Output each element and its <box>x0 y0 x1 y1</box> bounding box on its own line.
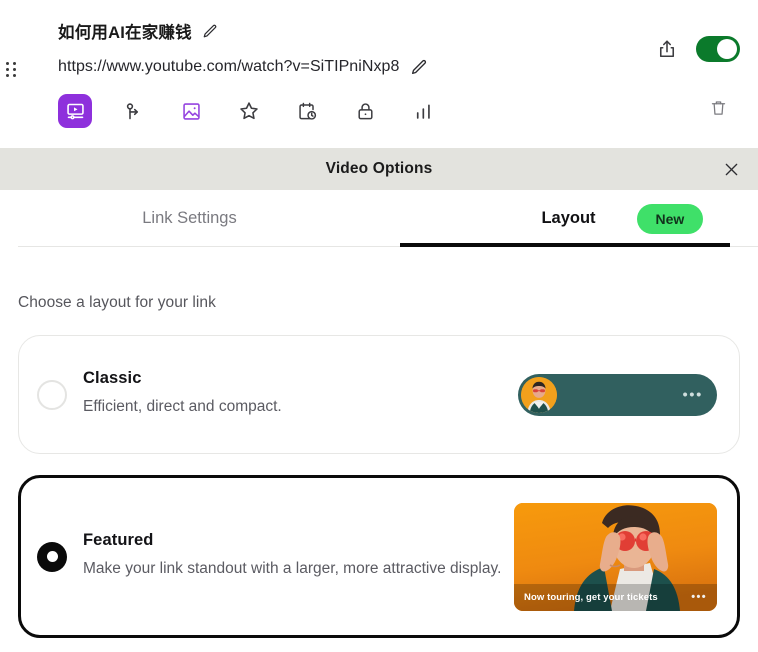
pencil-icon[interactable] <box>409 58 428 77</box>
redirect-branch-icon-button[interactable] <box>116 94 150 128</box>
layout-option-classic-text: Classic Efficient, direct and compact. <box>83 369 518 419</box>
share-icon[interactable] <box>656 37 678 61</box>
pencil-icon[interactable] <box>201 23 218 40</box>
modal-header: Video Options <box>0 148 758 190</box>
bar-chart-icon-button[interactable] <box>406 94 440 128</box>
featured-preview-caption-bar: Now touring, get your tickets ••• <box>514 584 717 611</box>
link-tools-row <box>58 94 738 128</box>
close-button[interactable] <box>718 156 744 182</box>
ellipsis-icon[interactable]: ••• <box>691 591 707 603</box>
redirect-branch-icon <box>126 102 138 119</box>
link-title: 如何用AI在家赚钱 <box>58 24 192 42</box>
link-card: 如何用AI在家赚钱 https://www.youtube.com/watch?… <box>0 0 758 148</box>
link-enabled-toggle[interactable] <box>696 36 740 62</box>
tab-link-settings[interactable]: Link Settings <box>0 190 379 247</box>
layout-option-classic[interactable]: Classic Efficient, direct and compact. •… <box>18 335 740 454</box>
image-icon <box>182 102 200 120</box>
layout-panel: Choose a layout for your link Classic Ef… <box>0 294 758 638</box>
featured-preview-caption: Now touring, get your tickets <box>524 591 658 603</box>
radio-classic[interactable] <box>37 379 67 410</box>
tab-active-indicator <box>400 243 730 247</box>
link-url: https://www.youtube.com/watch?v=SiTIPniN… <box>58 58 400 75</box>
layout-option-featured-text: Featured Make your link standout with a … <box>83 531 514 581</box>
schedule-clock-icon-button[interactable] <box>290 94 324 128</box>
tab-link-settings-label: Link Settings <box>142 209 237 227</box>
video-player-icon-button[interactable] <box>58 94 92 128</box>
star-icon-button[interactable] <box>232 94 266 128</box>
lock-icon <box>357 102 373 119</box>
toggle-knob <box>717 39 737 59</box>
featured-preview: Now touring, get your tickets ••• <box>514 502 717 611</box>
close-icon <box>725 163 737 175</box>
bar-chart-icon <box>416 104 430 119</box>
new-badge[interactable]: New <box>636 203 704 234</box>
tab-layout-label: Layout <box>541 209 596 227</box>
layout-option-featured[interactable]: Featured Make your link standout with a … <box>18 475 740 638</box>
radio-selected-icon <box>37 541 67 572</box>
avatar <box>521 376 557 413</box>
layout-section-label: Choose a layout for your link <box>18 294 216 311</box>
layout-option-classic-title: Classic <box>83 369 142 388</box>
link-title-row: 如何用AI在家赚钱 <box>58 18 738 44</box>
trash-icon[interactable] <box>709 97 728 119</box>
link-url-row: https://www.youtube.com/watch?v=SiTIPniN… <box>58 56 738 78</box>
lock-icon-button[interactable] <box>348 94 382 128</box>
layout-option-classic-description: Efficient, direct and compact. <box>83 398 282 416</box>
image-icon-button[interactable] <box>174 94 208 128</box>
tab-layout[interactable]: Layout New <box>379 190 758 247</box>
schedule-clock-icon <box>298 102 316 120</box>
star-icon <box>240 102 258 120</box>
modal-tabs: Link Settings Layout New <box>0 190 758 247</box>
ellipsis-icon[interactable]: ••• <box>682 387 703 402</box>
video-player-icon <box>66 103 84 119</box>
radio-featured[interactable] <box>37 541 67 572</box>
layout-option-featured-title: Featured <box>83 531 154 550</box>
classic-preview: ••• <box>518 373 717 416</box>
layout-option-featured-description: Make your link standout with a larger, m… <box>83 560 502 578</box>
link-actions <box>656 36 740 62</box>
drag-handle-icon[interactable] <box>6 62 18 80</box>
avatar-image <box>521 376 557 413</box>
video-options-screen: 如何用AI在家赚钱 https://www.youtube.com/watch?… <box>0 0 758 652</box>
radio-unselected-icon <box>37 379 67 410</box>
modal-title: Video Options <box>325 160 433 177</box>
